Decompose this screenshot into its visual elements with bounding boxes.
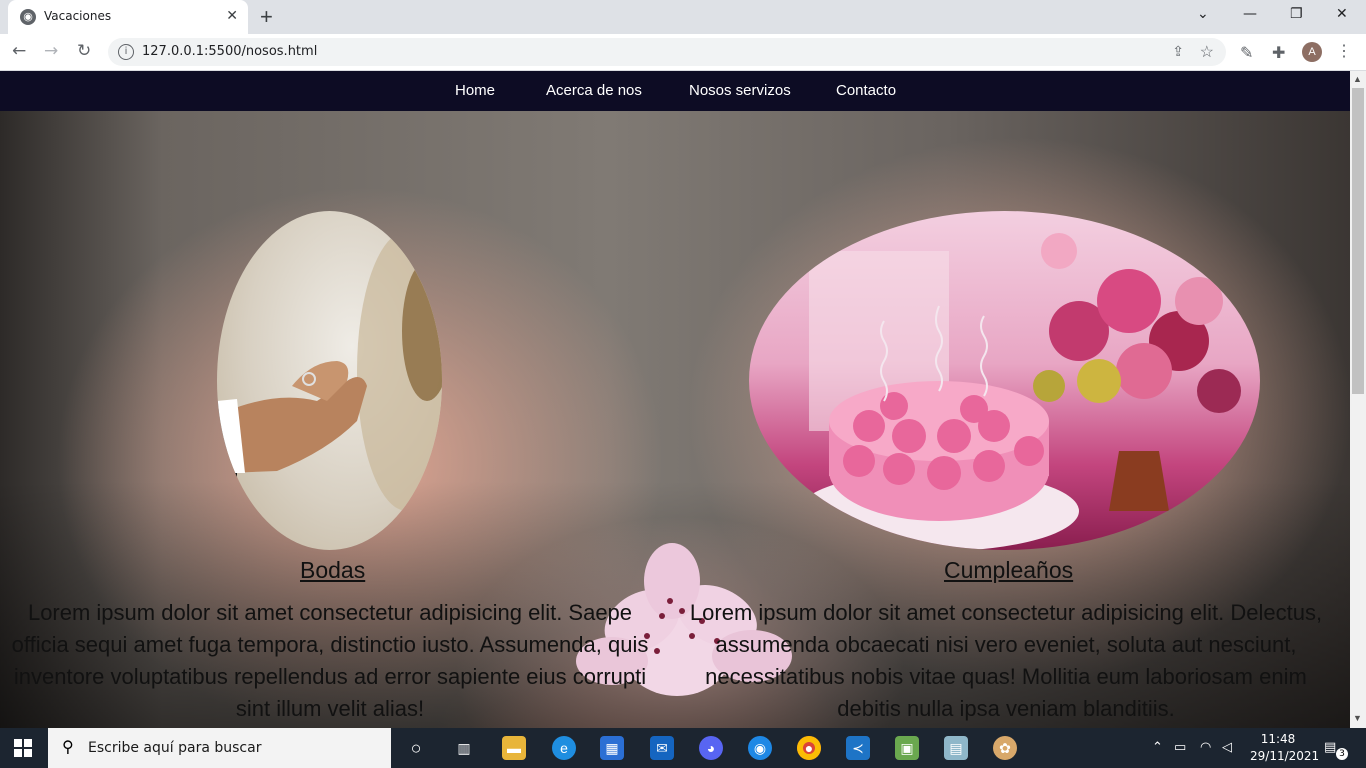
- windows-taskbar: ⚲ Escribe aquí para buscar ○ ▥ ▬ e ▦ ✉ ◕…: [0, 728, 1366, 768]
- profile-avatar[interactable]: A: [1302, 42, 1322, 62]
- scroll-up-arrow-icon[interactable]: ▲: [1353, 74, 1362, 84]
- browser-tab[interactable]: ◉ Vacaciones ✕: [8, 0, 248, 34]
- tab-title: Vacaciones: [44, 9, 112, 23]
- vscode-icon[interactable]: ≺: [846, 736, 870, 760]
- tab-close-icon[interactable]: ✕: [226, 7, 238, 24]
- tab-search-dropdown-icon[interactable]: ⌄: [1197, 6, 1209, 22]
- restore-button[interactable]: ❐: [1290, 6, 1303, 22]
- wedding-image: [217, 211, 442, 550]
- notification-count-badge: 3: [1336, 748, 1348, 760]
- extensions-puzzle-icon[interactable]: ✚: [1272, 43, 1285, 63]
- new-tab-button[interactable]: +: [260, 4, 273, 30]
- site-info-icon[interactable]: i: [118, 44, 134, 60]
- scrollbar-thumb[interactable]: [1352, 88, 1364, 394]
- back-button[interactable]: ←: [12, 41, 26, 61]
- globe-icon: ◉: [20, 9, 36, 25]
- forward-button[interactable]: →: [44, 41, 58, 61]
- taskbar-search-placeholder: Escribe aquí para buscar: [88, 740, 262, 756]
- nav-link-acerca[interactable]: Acerca de nos: [546, 82, 642, 99]
- service-description: Lorem ipsum dolor sit amet consectetur a…: [11, 600, 649, 721]
- notification-center-icon[interactable]: ▤: [1324, 740, 1336, 755]
- bookmark-star-icon[interactable]: ☆: [1200, 42, 1214, 62]
- tray-chevron-icon[interactable]: ⌃: [1152, 740, 1163, 755]
- cortana-icon[interactable]: ○: [404, 736, 428, 760]
- file-explorer-icon[interactable]: ▬: [502, 736, 526, 760]
- clock-date: 29/11/2021: [1250, 749, 1320, 763]
- service-caption: Bodas: [300, 557, 366, 583]
- microsoft-store-icon[interactable]: ▦: [600, 736, 624, 760]
- reload-button[interactable]: ↻: [77, 41, 91, 61]
- minimize-button[interactable]: —: [1243, 6, 1257, 22]
- terminal-icon[interactable]: ▣: [895, 736, 919, 760]
- nav-link-contacto[interactable]: Contacto: [836, 82, 896, 99]
- meet-now-icon[interactable]: ◉: [748, 736, 772, 760]
- site-navbar: Home Acerca de nos Nosos servizos Contac…: [0, 71, 1350, 111]
- chrome-icon[interactable]: ●: [797, 736, 821, 760]
- volume-icon[interactable]: ◁: [1222, 740, 1232, 755]
- nav-link-servizos[interactable]: Nosos servizos: [689, 82, 791, 99]
- task-view-icon[interactable]: ▥: [452, 736, 476, 760]
- service-description: Lorem ipsum dolor sit amet consectetur a…: [689, 600, 1323, 721]
- edge-browser-icon[interactable]: e: [552, 736, 576, 760]
- nav-link-home[interactable]: Home: [455, 82, 495, 99]
- browser-toolbar: ← → ↻ i 127.0.0.1:5500/nosos.html ⇪ ☆ ✎ …: [0, 34, 1366, 71]
- close-window-button[interactable]: ✕: [1336, 6, 1348, 22]
- mail-icon[interactable]: ✉: [650, 736, 674, 760]
- address-bar[interactable]: i 127.0.0.1:5500/nosos.html ⇪ ☆: [108, 38, 1226, 66]
- share-icon[interactable]: ⇪: [1172, 43, 1184, 60]
- clock-time: 11:48: [1260, 732, 1296, 746]
- browser-tab-strip: ◉ Vacaciones ✕ + ⌄ — ❐ ✕: [0, 0, 1366, 34]
- address-url[interactable]: 127.0.0.1:5500/nosos.html: [142, 44, 317, 59]
- paint-icon[interactable]: ✿: [993, 736, 1017, 760]
- page-viewport: Home Acerca de nos Nosos servizos Contac…: [0, 71, 1350, 728]
- eyedropper-icon[interactable]: ✎: [1240, 43, 1253, 63]
- taskbar-clock[interactable]: 11:48 29/11/2021: [1250, 731, 1320, 765]
- birthday-cake-image: [749, 211, 1260, 550]
- service-caption: Cumpleaños: [944, 557, 1074, 583]
- page-scrollbar[interactable]: ▲ ▼: [1350, 71, 1366, 728]
- windows-start-icon[interactable]: [14, 739, 32, 757]
- taskbar-search-box[interactable]: ⚲ Escribe aquí para buscar: [48, 728, 391, 768]
- notepad-icon[interactable]: ▤: [944, 736, 968, 760]
- search-icon: ⚲: [62, 739, 74, 756]
- discord-icon[interactable]: ◕: [699, 736, 723, 760]
- wifi-icon[interactable]: ◠: [1200, 740, 1211, 755]
- battery-icon[interactable]: ▭: [1174, 740, 1186, 755]
- browser-menu-icon[interactable]: ⋮: [1336, 41, 1352, 61]
- scroll-down-arrow-icon[interactable]: ▼: [1353, 713, 1362, 723]
